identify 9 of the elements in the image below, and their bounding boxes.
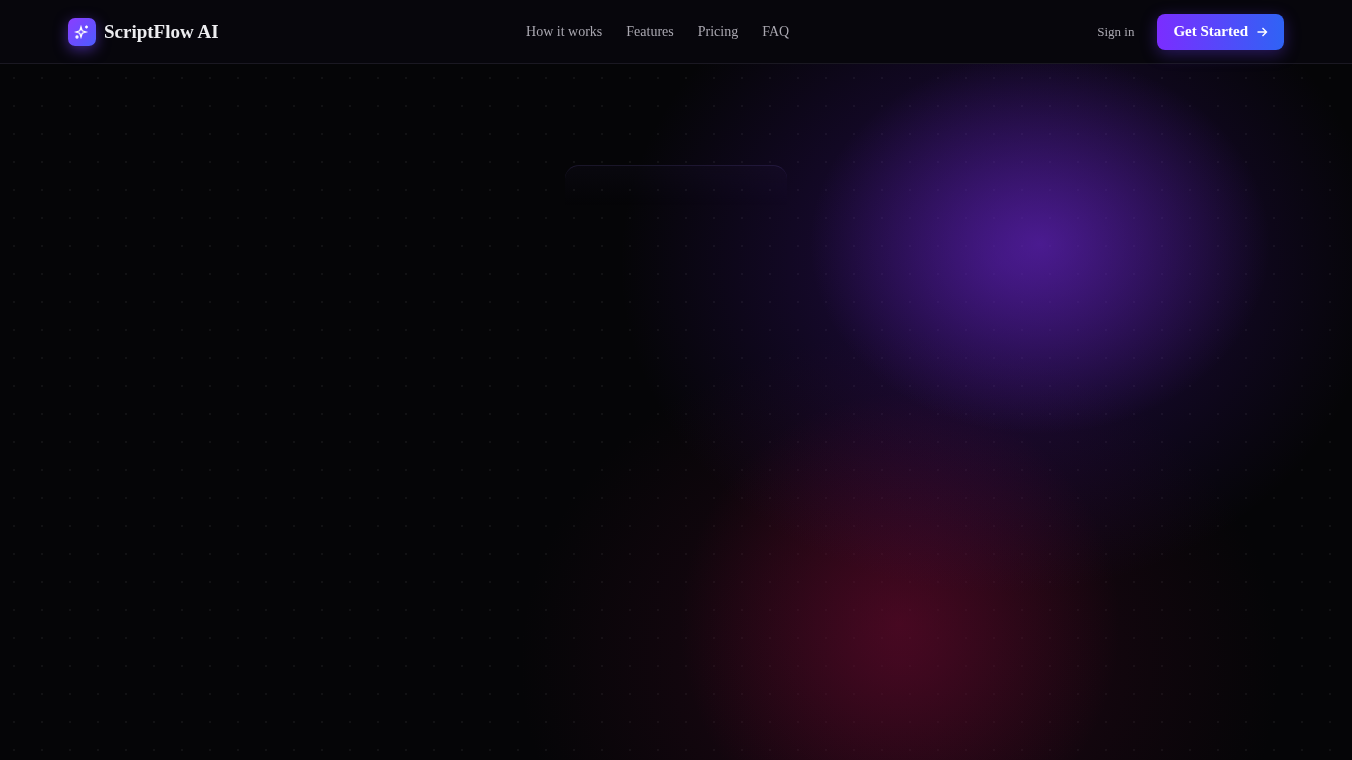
nav-link[interactable]: FAQ: [762, 23, 790, 40]
nav-link[interactable]: Pricing: [697, 23, 739, 40]
logo-icon: [68, 17, 96, 46]
brand-name: ScriptFlow AI: [104, 20, 219, 43]
get-started-button[interactable]: Get Started: [1157, 13, 1284, 50]
nav-link[interactable]: Features: [626, 23, 674, 40]
nav-link[interactable]: How it works: [526, 23, 603, 40]
arrow-right-icon: [1256, 25, 1268, 38]
sign-in-link[interactable]: Sign in: [1097, 23, 1135, 40]
